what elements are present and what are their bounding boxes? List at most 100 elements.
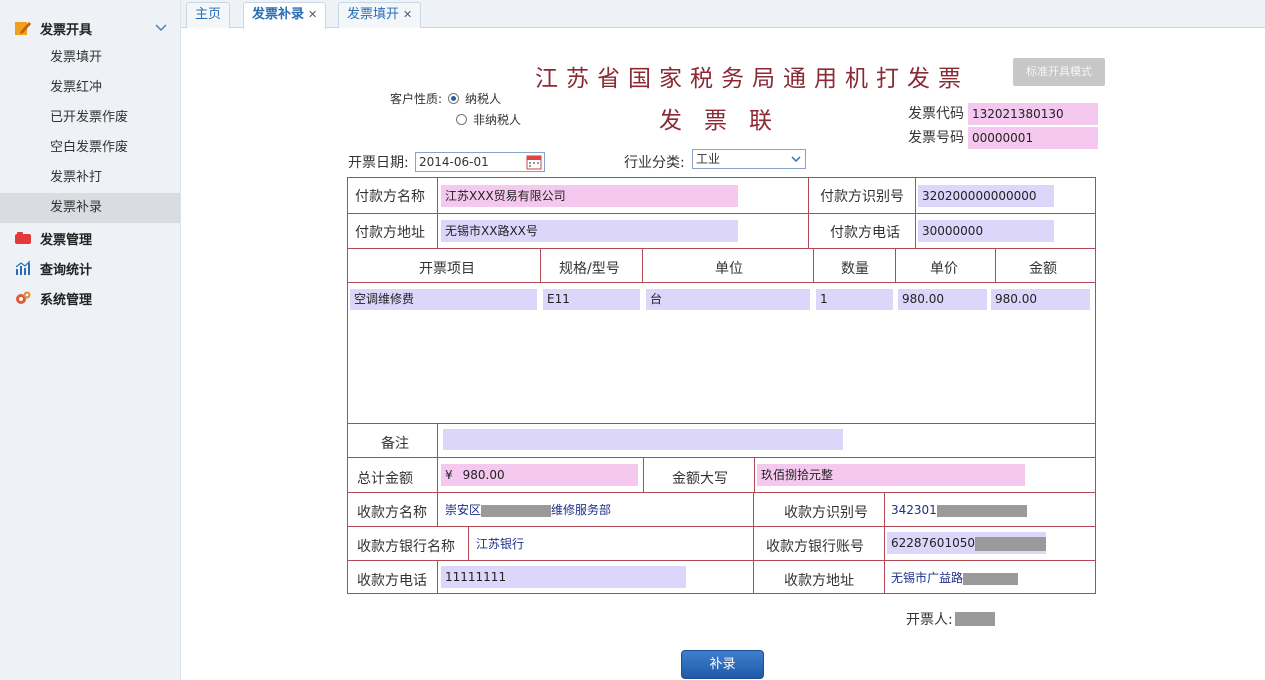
payer-phone-field[interactable]: 30000000 — [918, 220, 1054, 242]
close-icon[interactable]: ✕ — [308, 8, 317, 21]
item-unit-field[interactable]: 台 — [646, 289, 810, 310]
industry-value: 工业 — [696, 152, 721, 166]
customer-type-label: 客户性质: — [390, 92, 443, 106]
invoice-code-field[interactable]: 132021380130 — [968, 103, 1098, 125]
remark-field[interactable] — [443, 429, 843, 450]
payer-name-label: 付款方名称 — [355, 189, 425, 205]
payee-name-suffix: 维修服务部 — [551, 503, 612, 517]
folder-icon — [15, 232, 31, 244]
item-qty-field[interactable]: 1 — [816, 289, 893, 310]
col-header-amount: 金额 — [1029, 261, 1057, 277]
tab-label: 发票填开 — [347, 7, 400, 22]
calendar-icon[interactable] — [526, 154, 542, 170]
sidebar-item-invoice-fill[interactable]: 发票填开 — [0, 43, 180, 73]
tab-invoice-fill[interactable]: 发票填开 ✕ — [338, 2, 422, 28]
invoice-number-field[interactable]: 00000001 — [968, 127, 1098, 149]
menu-group-label: 发票管理 — [40, 232, 93, 248]
chevron-down-icon[interactable] — [154, 20, 168, 34]
chevron-down-icon — [791, 156, 801, 163]
payee-bank-label: 收款方银行名称 — [357, 539, 455, 555]
menu-group-query-stats[interactable]: 查询统计 — [0, 253, 180, 283]
date-input[interactable]: 2014-06-01 — [415, 152, 545, 172]
currency-symbol: ¥ — [445, 468, 453, 482]
invoice-form: 江苏省国家税务局通用机打发票 发票联 标准开具模式 客户性质: 纳税人 非纳税人… — [181, 29, 1265, 680]
payer-id-label: 付款方识别号 — [820, 189, 904, 205]
total-field[interactable]: ¥980.00 — [441, 464, 638, 486]
payee-name-prefix: 崇安区 — [445, 503, 482, 517]
payee-account-field[interactable]: 62287601050 — [887, 532, 1046, 554]
item-amount-field[interactable]: 980.00 — [991, 289, 1090, 310]
menu-group-label: 系统管理 — [40, 292, 93, 308]
item-name-field[interactable]: 空调维修费 — [350, 289, 537, 310]
total-label: 总计金额 — [357, 471, 413, 487]
menu-group-label: 发票开具 — [40, 22, 93, 38]
item-price-field[interactable]: 980.00 — [898, 289, 987, 310]
item-spec-field[interactable]: E11 — [543, 289, 640, 310]
menu-group-system-manage[interactable]: 系统管理 — [0, 283, 180, 313]
payee-address-prefix: 无锡市广益路 — [891, 571, 964, 585]
payee-phone-label: 收款方电话 — [357, 573, 427, 589]
payer-id-field[interactable]: 320200000000000 — [918, 185, 1054, 207]
menu-group-label: 查询统计 — [40, 262, 93, 278]
date-label: 开票日期: — [348, 155, 409, 171]
industry-select[interactable]: 工业 — [692, 149, 806, 169]
payee-name-label: 收款方名称 — [357, 505, 427, 521]
sidebar-item-void-blank[interactable]: 空白发票作废 — [0, 133, 180, 163]
radio-taxpayer-label: 纳税人 — [465, 92, 502, 106]
redaction-mask — [481, 504, 552, 517]
total-value: 980.00 — [462, 468, 505, 482]
close-icon[interactable]: ✕ — [403, 8, 412, 21]
redaction-mask — [963, 572, 1019, 585]
supplement-submit-button[interactable]: 补录 — [681, 650, 764, 679]
payee-bank-field[interactable]: 江苏银行 — [472, 534, 672, 554]
payee-account-label: 收款方银行账号 — [766, 539, 864, 555]
payee-phone-field[interactable]: 11111111 — [441, 566, 686, 588]
payer-phone-label: 付款方电话 — [830, 225, 900, 241]
gear-icon — [16, 291, 31, 304]
payer-address-field[interactable]: 无锡市XX路XX号 — [441, 220, 738, 242]
sidebar-item-red-reversal[interactable]: 发票红冲 — [0, 73, 180, 103]
standard-mode-button[interactable]: 标准开具模式 — [1013, 58, 1105, 86]
tab-label: 主页 — [195, 7, 222, 22]
menu-group-invoice-manage[interactable]: 发票管理 — [0, 223, 180, 253]
chart-icon — [15, 260, 31, 275]
pencil-note-icon — [15, 22, 31, 35]
radio-non-taxpayer[interactable] — [456, 114, 467, 125]
issuer-label: 开票人: — [906, 612, 953, 628]
sidebar: 发票开具 发票填开 发票红冲 已开发票作废 空白发票作废 发票补打 发票补录 发… — [0, 0, 181, 680]
invoice-subtitle: 发票联 — [659, 108, 794, 134]
col-header-spec: 规格/型号 — [559, 261, 620, 277]
tab-invoice-supplement[interactable]: 发票补录 ✕ — [243, 2, 327, 29]
payee-id-label: 收款方识别号 — [784, 505, 868, 521]
col-header-unit: 单位 — [715, 261, 743, 277]
redaction-mask — [974, 536, 1046, 551]
col-header-qty: 数量 — [841, 261, 869, 277]
sidebar-item-supplement[interactable]: 发票补录 — [0, 193, 180, 223]
col-header-price: 单价 — [930, 261, 958, 277]
tab-bar: 主页 发票补录 ✕ 发票填开 ✕ — [181, 0, 1265, 29]
payee-address-label: 收款方地址 — [784, 573, 854, 589]
tab-home[interactable]: 主页 — [186, 2, 231, 28]
payee-id-field[interactable]: 342301 — [887, 500, 1087, 520]
invoice-code-label: 发票代码 — [908, 106, 964, 122]
payee-name-field[interactable]: 崇安区 维修服务部 — [441, 500, 741, 520]
col-header-item: 开票项目 — [419, 261, 475, 277]
radio-non-taxpayer-label: 非纳税人 — [473, 113, 522, 127]
radio-taxpayer[interactable] — [448, 93, 460, 104]
payer-address-label: 付款方地址 — [355, 225, 425, 241]
invoice-grid: 付款方名称 江苏XXX贸易有限公司 付款方识别号 320200000000000… — [347, 177, 1096, 594]
payer-name-field[interactable]: 江苏XXX贸易有限公司 — [441, 185, 738, 207]
payee-address-field[interactable]: 无锡市广益路 — [887, 568, 1087, 588]
total-words-field[interactable]: 玖佰捌拾元整 — [757, 464, 1025, 486]
invoice-number-label: 发票号码 — [908, 130, 964, 146]
invoice-title: 江苏省国家税务局通用机打发票 — [535, 66, 969, 92]
sidebar-item-void-issued[interactable]: 已开发票作废 — [0, 103, 180, 133]
payee-id-prefix: 342301 — [891, 503, 937, 517]
industry-label: 行业分类: — [624, 155, 685, 171]
date-value: 2014-06-01 — [419, 155, 489, 169]
tab-label: 发票补录 — [252, 7, 305, 22]
redaction-mask — [954, 612, 995, 626]
sidebar-item-reprint[interactable]: 发票补打 — [0, 163, 180, 193]
menu-group-invoice-issue[interactable]: 发票开具 — [0, 13, 180, 43]
total-words-label: 金额大写 — [672, 471, 728, 487]
